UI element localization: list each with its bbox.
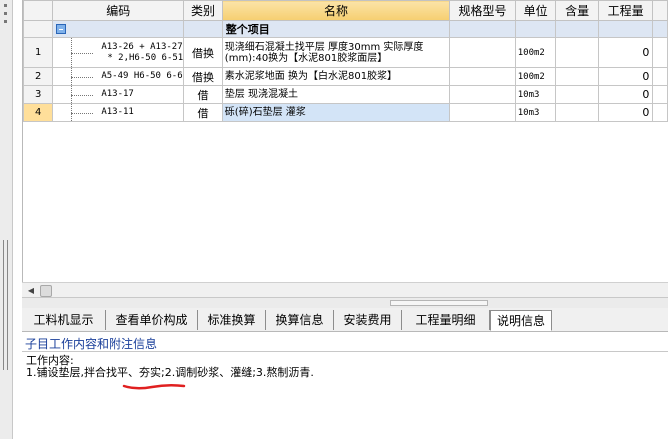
scroll-left-arrow-icon[interactable]: ◀ xyxy=(24,285,38,297)
table-row-selected[interactable]: 4 A13-11 借 砾(碎)石垫层 灌浆 10m3 0 xyxy=(22,103,668,122)
code-cell[interactable]: A13-17 xyxy=(52,85,185,104)
code-line-2: * 2,H6-50 6-51 xyxy=(107,52,184,63)
type-cell[interactable]: 借 xyxy=(183,85,223,104)
unit-cell[interactable]: 100m2 xyxy=(514,67,557,86)
code-line-1: A13-26 + A13-27 xyxy=(101,41,183,52)
splitter-grip[interactable] xyxy=(390,300,488,306)
col-header-quantity[interactable]: 工程量 xyxy=(597,0,654,21)
col-header-extra[interactable] xyxy=(652,0,668,21)
quota-table: 编码 类别 名称 规格型号 单位 含量 工程量 整个项目 1 A13-26 + … xyxy=(22,0,668,122)
tab-unit-price[interactable]: 查看单价构成 xyxy=(106,310,198,330)
spec-cell[interactable] xyxy=(449,85,516,104)
quantity-cell[interactable]: 0 xyxy=(597,103,654,122)
code-cell[interactable]: A13-26 + A13-27 * 2,H6-50 6-51 xyxy=(52,37,185,68)
content-cell[interactable] xyxy=(555,37,599,68)
type-cell[interactable]: 借 xyxy=(183,103,223,122)
tab-material-machine[interactable]: 工料机显示 xyxy=(22,310,106,330)
tab-installation-fee[interactable]: 安装费用 xyxy=(334,310,402,330)
table-header-row: 编码 类别 名称 规格型号 单位 含量 工程量 xyxy=(22,0,668,21)
collapse-icon[interactable] xyxy=(56,23,67,34)
description-content[interactable]: 工作内容: 1.铺设垫层,拌合找平、夯实;2.调制砂浆、灌缝;3.熬制沥青. xyxy=(22,352,668,439)
row-number[interactable]: 3 xyxy=(22,85,54,104)
group-type-cell xyxy=(183,20,223,38)
table-row[interactable]: 2 A5-49 H6-50 6-6 借换 素水泥浆地面 换为【白水泥801胶浆】… xyxy=(22,67,668,86)
code-line-1: A13-11 xyxy=(101,107,134,117)
tree-line xyxy=(71,86,95,103)
spec-cell[interactable] xyxy=(449,67,516,86)
content-cell[interactable] xyxy=(555,85,599,104)
scroll-thumb[interactable] xyxy=(40,285,52,297)
quantity-cell[interactable]: 0 xyxy=(597,67,654,86)
panel-title: 子目工作内容和附注信息 xyxy=(25,337,158,351)
row-number[interactable]: 2 xyxy=(22,67,54,86)
type-cell[interactable]: 借换 xyxy=(183,37,223,68)
code-cell[interactable]: A13-11 xyxy=(52,103,185,122)
quantity-cell[interactable]: 0 xyxy=(597,85,654,104)
content-cell[interactable] xyxy=(555,103,599,122)
code-cell[interactable]: A5-49 H6-50 6-6 xyxy=(52,67,185,86)
quota-grid: 编码 类别 名称 规格型号 单位 含量 工程量 整个项目 1 A13-26 + … xyxy=(22,0,668,282)
row-number[interactable]: 1 xyxy=(22,37,54,68)
table-row[interactable]: 1 A13-26 + A13-27 * 2,H6-50 6-51 借换 现浇细石… xyxy=(22,37,668,68)
work-content-text: 1.铺设垫层,拌合找平、夯实;2.调制砂浆、灌缝;3.熬制沥青. xyxy=(26,366,314,379)
content-cell[interactable] xyxy=(555,67,599,86)
type-cell[interactable]: 借换 xyxy=(183,67,223,86)
col-header-code[interactable]: 编码 xyxy=(52,0,185,21)
unit-cell[interactable]: 10m3 xyxy=(514,85,557,104)
name-cell[interactable]: 现浇细石混凝土找平层 厚度30mm 实际厚度(mm):40换为【水泥801胶浆面… xyxy=(221,37,451,68)
tree-line xyxy=(71,38,95,67)
description-panel-header: 子目工作内容和附注信息 xyxy=(22,332,668,352)
col-header-spec[interactable]: 规格型号 xyxy=(449,0,516,21)
panel-splitter[interactable] xyxy=(22,298,668,308)
unit-cell[interactable]: 100m2 xyxy=(514,37,557,68)
col-header-type[interactable]: 类别 xyxy=(183,0,223,21)
tab-standard-conversion[interactable]: 标准换算 xyxy=(198,310,266,330)
name-cell[interactable]: 素水泥浆地面 换为【白水泥801胶浆】 xyxy=(221,67,451,86)
col-header-name[interactable]: 名称 xyxy=(221,0,451,21)
quantity-cell[interactable]: 0 xyxy=(597,37,654,68)
detail-tab-bar: 工料机显示 查看单价构成 标准换算 换算信息 安装费用 工程量明细 说明信息 xyxy=(22,308,668,332)
row-number xyxy=(22,20,54,38)
code-line-1: A13-17 xyxy=(101,89,134,99)
group-title: 整个项目 xyxy=(221,20,451,38)
tab-description[interactable]: 说明信息 xyxy=(490,310,552,331)
tree-line xyxy=(71,68,95,85)
name-cell[interactable]: 垫层 现浇混凝土 xyxy=(221,85,451,104)
spec-cell[interactable] xyxy=(449,103,516,122)
group-toggle-cell xyxy=(52,20,185,38)
left-gutter xyxy=(0,0,13,439)
tab-conversion-info[interactable]: 换算信息 xyxy=(266,310,334,330)
code-line-1: A5-49 H6-50 6-6 xyxy=(101,71,183,81)
corner-cell[interactable] xyxy=(22,0,54,21)
row-number[interactable]: 4 xyxy=(22,103,54,122)
col-header-unit[interactable]: 单位 xyxy=(514,0,557,21)
spellcheck-underline xyxy=(122,383,186,390)
spec-cell[interactable] xyxy=(449,37,516,68)
name-cell[interactable]: 砾(碎)石垫层 灌浆 xyxy=(221,103,451,122)
unit-cell[interactable]: 10m3 xyxy=(514,103,557,122)
tree-line xyxy=(71,104,95,121)
table-row[interactable]: 3 A13-17 借 垫层 现浇混凝土 10m3 0 xyxy=(22,85,668,104)
group-row[interactable]: 整个项目 xyxy=(22,20,668,38)
panel-resize-grip[interactable] xyxy=(3,240,8,370)
tab-quantity-detail[interactable]: 工程量明细 xyxy=(402,310,490,330)
horizontal-scrollbar[interactable]: ◀ xyxy=(22,282,668,298)
col-header-content[interactable]: 含量 xyxy=(555,0,599,21)
